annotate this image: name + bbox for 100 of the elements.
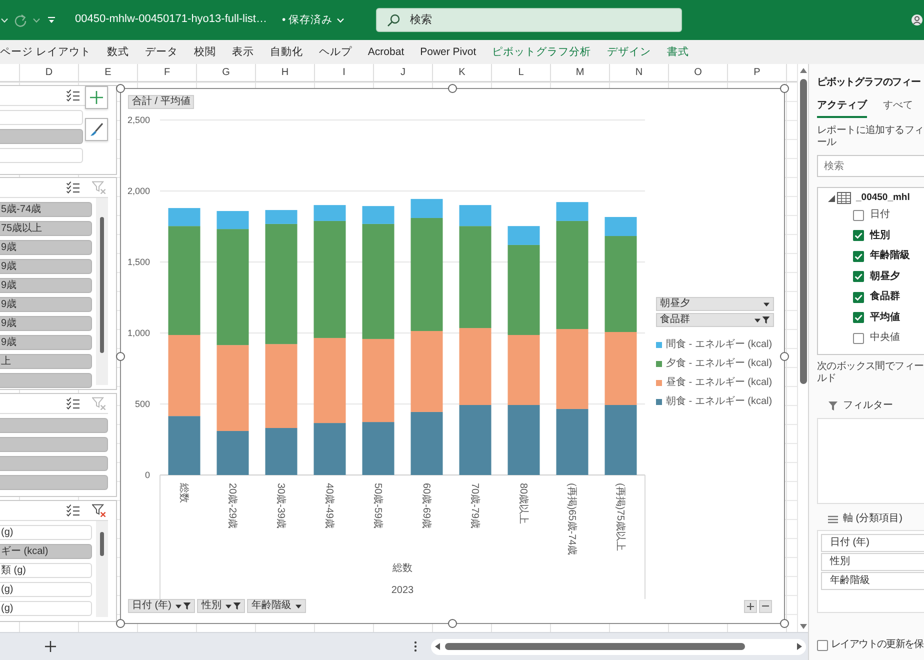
- ribbon-tab[interactable]: 書式: [667, 46, 690, 58]
- slicer-item[interactable]: 9歳: [0, 278, 92, 293]
- slicer-item[interactable]: 9歳: [0, 316, 92, 331]
- pane-tab[interactable]: アクティブ: [817, 100, 867, 118]
- slicer-item[interactable]: (g): [0, 582, 92, 597]
- checkbox[interactable]: [853, 250, 864, 262]
- field-button[interactable]: 日付 (年): [128, 599, 196, 613]
- field-label: 性別: [870, 230, 890, 242]
- search-input[interactable]: 検索: [410, 11, 670, 29]
- checkbox[interactable]: [853, 312, 864, 324]
- slicer-item[interactable]: (g): [0, 601, 92, 616]
- category-label: 50歳-59歳: [372, 483, 383, 529]
- category-label: 70歳-79歳: [468, 483, 480, 529]
- resize-handle[interactable]: [448, 84, 457, 93]
- ribbon-tab[interactable]: 校閲: [194, 46, 216, 58]
- save-status-button[interactable]: • 保存済み: [282, 14, 354, 26]
- checkbox[interactable]: [853, 210, 864, 221]
- area-item[interactable]: 日付 (年): [821, 534, 924, 552]
- resize-handle[interactable]: [116, 84, 125, 93]
- more-icon[interactable]: [414, 641, 417, 652]
- ribbon-tab[interactable]: データ: [144, 46, 178, 58]
- category-label: (再掲)75歳以上: [614, 483, 626, 551]
- bar-segment: [556, 408, 588, 475]
- ribbon-tab[interactable]: デザイン: [607, 46, 652, 58]
- slicer-item[interactable]: 9歳: [0, 335, 92, 350]
- field-label: 年齢階級: [870, 250, 910, 262]
- minus-button[interactable]: [759, 600, 772, 612]
- checkbox[interactable]: [853, 332, 864, 344]
- ribbon-tab[interactable]: ピボットグラフ分析: [492, 46, 592, 58]
- plus-icon[interactable]: [45, 641, 56, 652]
- area-label: フィルター: [843, 400, 893, 412]
- ribbon-tab[interactable]: 自動化: [270, 46, 303, 58]
- resize-handle[interactable]: [780, 352, 789, 360]
- slicer-item[interactable]: ギー (kcal): [0, 544, 92, 559]
- caret-icon[interactable]: [828, 194, 835, 202]
- slicer-item[interactable]: 9歳: [0, 240, 92, 255]
- plus-button[interactable]: [744, 600, 757, 612]
- field-button[interactable]: 性別: [197, 599, 246, 613]
- checkbox[interactable]: [853, 292, 864, 303]
- slicer-item[interactable]: (g): [0, 525, 92, 540]
- slicer-item[interactable]: 9歳: [0, 259, 92, 274]
- resize-handle[interactable]: [780, 619, 789, 628]
- search-icon: [387, 14, 400, 26]
- ribbon-tab[interactable]: Power Pivot: [420, 46, 476, 58]
- arrow-right-icon[interactable]: [797, 643, 802, 650]
- scrollbar[interactable]: [797, 64, 808, 632]
- resize-handle[interactable]: [116, 619, 125, 628]
- pane-tab[interactable]: すべて: [883, 100, 913, 118]
- checkbox-label: レイアウトの更新を保: [831, 639, 924, 651]
- plus-icon: [747, 602, 754, 610]
- ribbon-tab[interactable]: ページ レイアウト: [0, 46, 91, 58]
- scrollbar[interactable]: [96, 521, 108, 617]
- checkbox[interactable]: [817, 640, 828, 650]
- search-field[interactable]: 検索: [376, 8, 682, 32]
- slicer-item[interactable]: 9歳: [0, 297, 92, 312]
- slicer-item[interactable]: 75歳以上: [0, 221, 92, 236]
- column-header: P: [728, 64, 787, 81]
- ribbon-tab[interactable]: ヘルプ: [318, 46, 352, 58]
- scrollbar-thumb[interactable]: [100, 532, 104, 556]
- scrollbar-thumb[interactable]: [100, 216, 104, 354]
- multi-select-icon[interactable]: [66, 89, 80, 102]
- scrollbar-thumb[interactable]: [445, 643, 745, 650]
- checkbox[interactable]: [853, 230, 864, 242]
- field-button[interactable]: 年齢階級: [247, 599, 306, 613]
- field-button[interactable]: 朝昼夕: [656, 297, 774, 311]
- search-field[interactable]: 検索: [817, 155, 924, 177]
- arrow-down-icon[interactable]: [800, 624, 806, 629]
- field-button[interactable]: 合計 / 平均値: [128, 95, 194, 109]
- scrollbar[interactable]: [431, 638, 806, 654]
- slicer-item[interactable]: 5歳-74歳: [0, 202, 92, 217]
- field-button[interactable]: 食品群: [656, 313, 774, 327]
- clear-filter-icon[interactable]: [92, 504, 106, 517]
- toolbar-menu-icon[interactable]: [47, 16, 56, 24]
- user-icon[interactable]: [911, 14, 923, 26]
- ribbon-tab[interactable]: 数式: [106, 46, 129, 58]
- column-header: L: [492, 64, 551, 81]
- multi-select-icon[interactable]: [66, 397, 80, 410]
- scrollbar-thumb[interactable]: [800, 79, 806, 384]
- field-label: 平均値: [870, 312, 900, 324]
- column-header: G: [197, 64, 256, 81]
- column-header: F: [138, 64, 197, 81]
- area-item[interactable]: 性別: [821, 553, 924, 571]
- checkbox[interactable]: [853, 271, 864, 282]
- resize-handle[interactable]: [780, 84, 789, 93]
- area-item[interactable]: 年齢階級: [821, 572, 924, 590]
- multi-select-icon[interactable]: [66, 181, 80, 194]
- resize-handle[interactable]: [116, 352, 125, 360]
- brush-button[interactable]: [85, 118, 108, 141]
- column-header: J: [374, 64, 433, 81]
- resize-handle[interactable]: [448, 619, 457, 628]
- ribbon-tab[interactable]: Acrobat: [368, 46, 404, 58]
- plus-button[interactable]: [85, 86, 108, 109]
- ribbon-tab[interactable]: 表示: [232, 46, 254, 58]
- scrollbar[interactable]: [96, 198, 108, 385]
- table-icon: [837, 192, 851, 204]
- multi-select-icon[interactable]: [66, 504, 80, 517]
- slicer-item[interactable]: 類 (g): [0, 563, 92, 578]
- arrow-up-icon[interactable]: [800, 68, 806, 73]
- slicer-item[interactable]: 上: [0, 354, 92, 369]
- arrow-left-icon[interactable]: [435, 643, 440, 650]
